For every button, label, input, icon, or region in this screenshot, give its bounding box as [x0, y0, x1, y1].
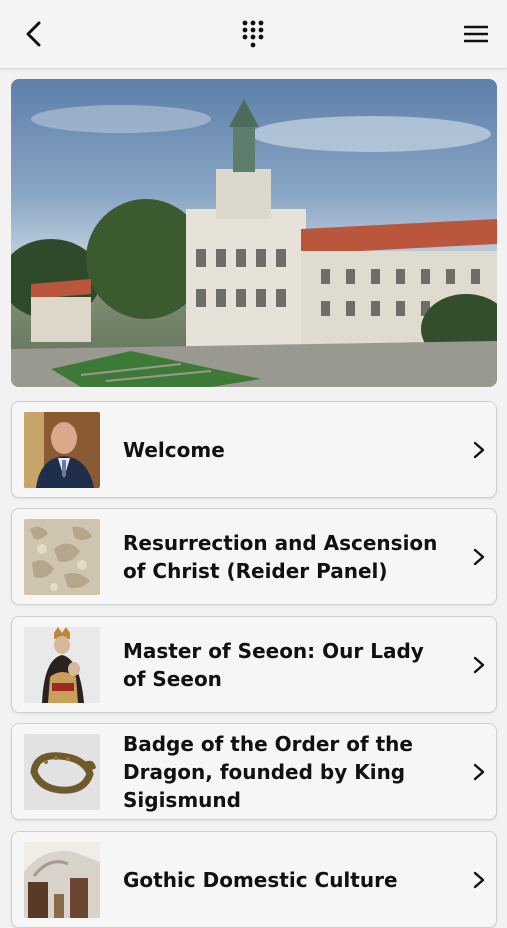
hero-image: [11, 79, 497, 387]
chevron-right-icon: [473, 548, 485, 566]
ivory-relief-thumb: [24, 519, 100, 595]
madonna-statue-thumb: [24, 627, 100, 703]
chevron-right-icon: [473, 871, 485, 889]
list-item[interactable]: Welcome: [11, 401, 497, 498]
chevron-right-icon: [473, 441, 485, 459]
chevron-left-icon: [26, 21, 41, 47]
list-item-label: Master of Seeon: Our Lady of Seeon: [123, 638, 424, 691]
list-item-label: Badge of the Order of the Dragon, founde…: [123, 731, 413, 812]
keypad-button[interactable]: [233, 14, 273, 54]
list-item-label: Gothic Domestic Culture: [123, 867, 398, 892]
hamburger-menu-icon: [464, 25, 488, 43]
back-button[interactable]: [14, 14, 54, 54]
list-item[interactable]: Resurrection and Ascension of Christ (Re…: [11, 508, 497, 605]
gothic-room-thumb: [24, 842, 100, 918]
dialpad-icon: [242, 20, 264, 48]
list-item-label: Welcome: [123, 437, 225, 462]
chevron-right-icon: [473, 656, 485, 674]
menu-button[interactable]: [456, 14, 496, 54]
top-bar: [0, 0, 507, 69]
list-item[interactable]: Master of Seeon: Our Lady of Seeon: [11, 616, 497, 713]
dragon-badge-thumb: [24, 734, 100, 810]
list-item-label: Resurrection and Ascension of Christ (Re…: [123, 530, 438, 583]
list-item[interactable]: Badge of the Order of the Dragon, founde…: [11, 723, 497, 820]
portrait-thumb: [24, 412, 100, 488]
list-item[interactable]: Gothic Domestic Culture: [11, 831, 497, 928]
chevron-right-icon: [473, 763, 485, 781]
